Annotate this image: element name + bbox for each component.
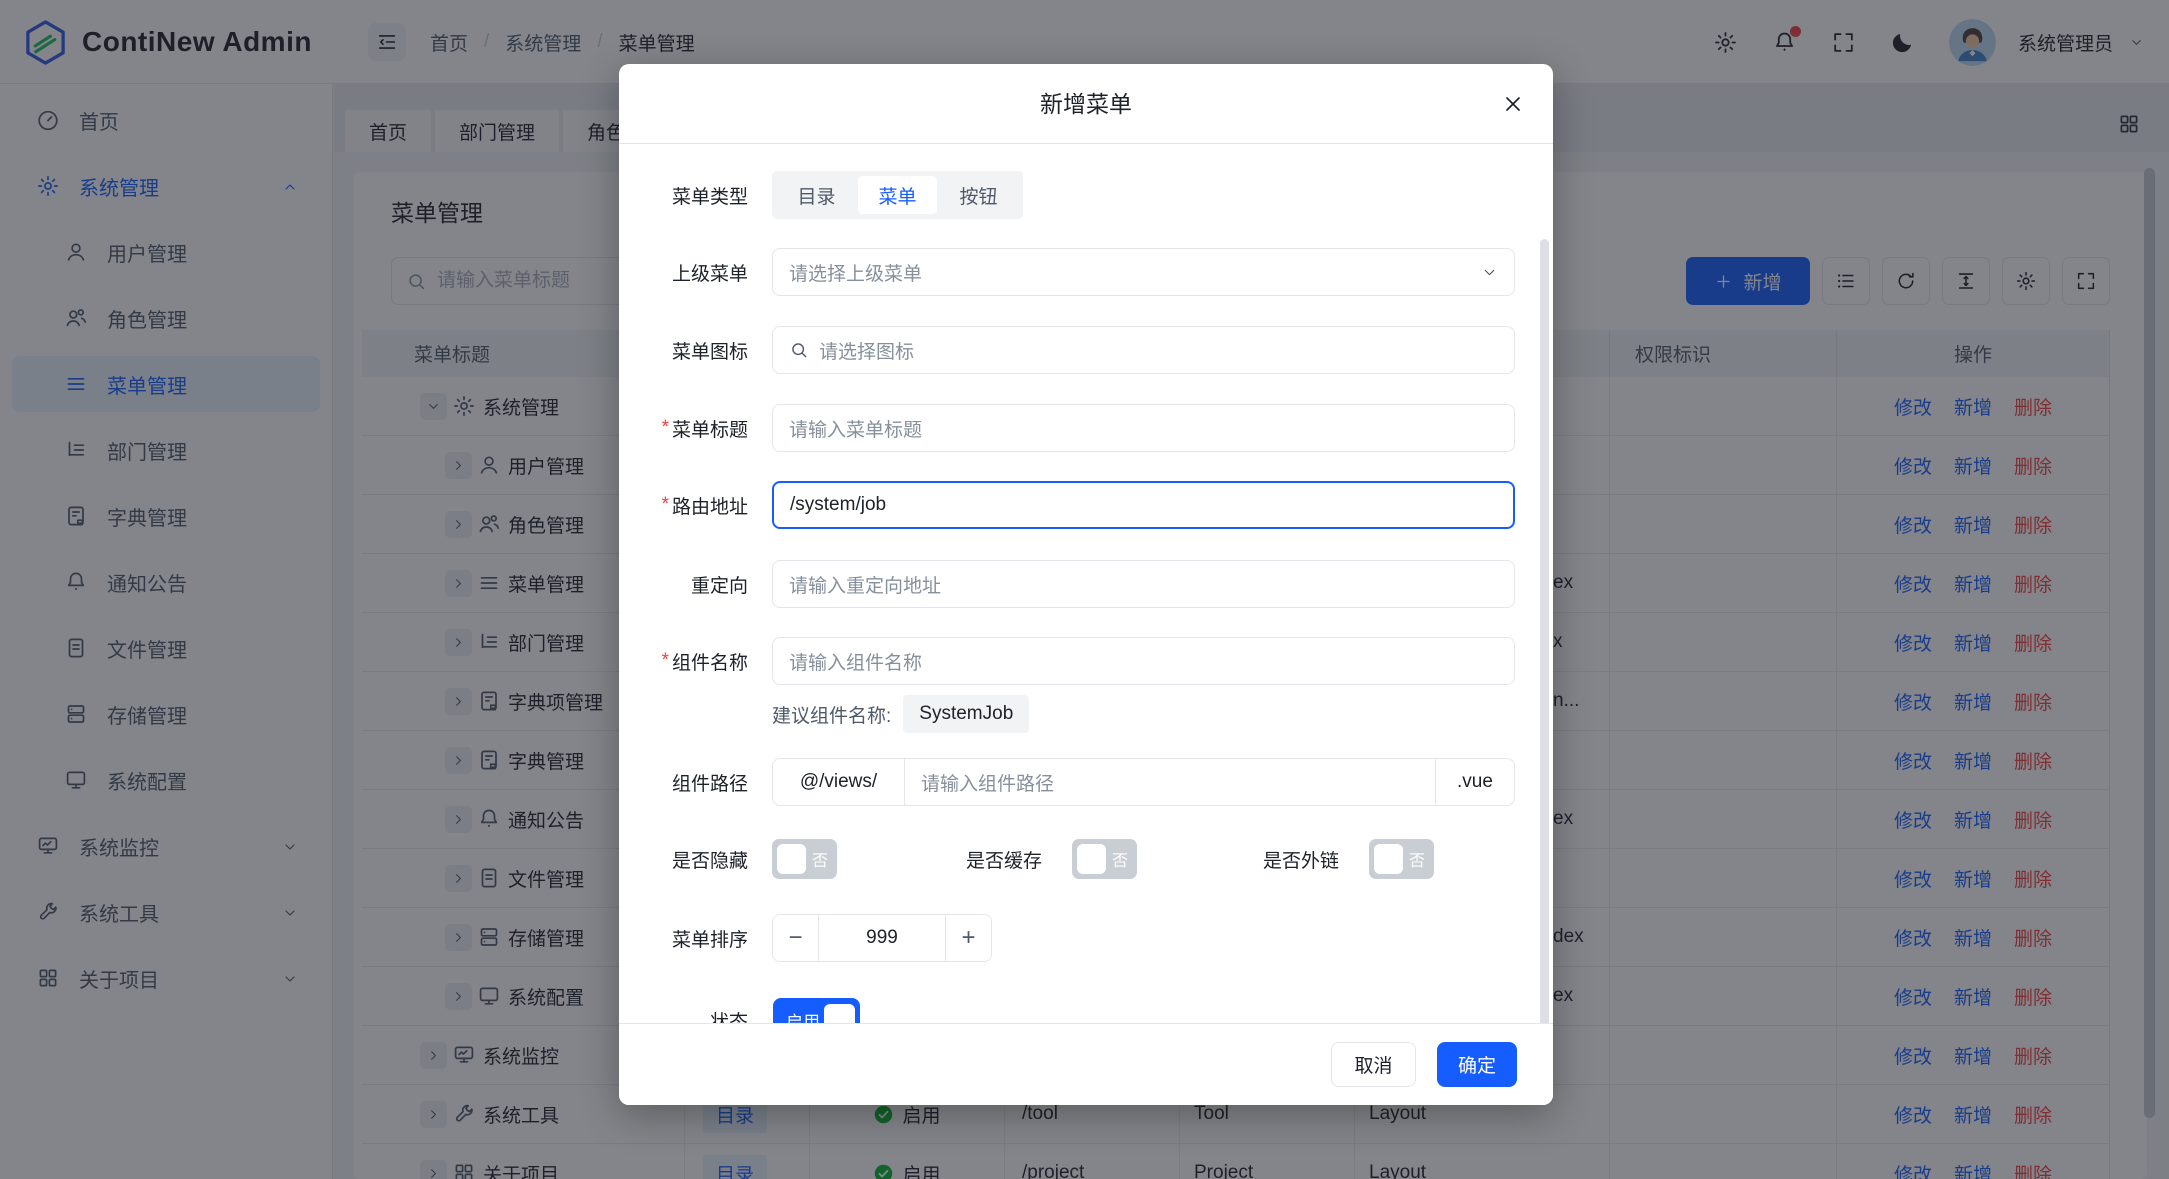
input-placeholder: 请选择图标 <box>819 337 914 364</box>
required-mark: * <box>662 417 669 439</box>
field-label: 是否外链 <box>1210 835 1339 883</box>
modal-title: 新增菜单 <box>619 64 1553 144</box>
required-mark: * <box>662 650 669 672</box>
status-switch[interactable]: 启用 <box>773 998 860 1023</box>
app-root: ContiNew Admin 首页/系统管理/菜单管理 系统管理员 首页系统管理… <box>0 0 2169 1179</box>
select-placeholder: 请选择上级菜单 <box>789 259 922 286</box>
switch-knob <box>1374 844 1403 874</box>
field-menu-sort: 菜单排序 − 999 + <box>619 914 1553 962</box>
switch-label: 否 <box>812 839 828 879</box>
modal-body: 菜单类型 目录 菜单 按钮 上级菜单 请选择上级菜单 菜单图标 请选择图标 <box>619 144 1553 1023</box>
path-suffix: .vue <box>1435 759 1514 805</box>
field-label: 上级菜单 <box>619 248 748 296</box>
field-label: 菜单类型 <box>619 171 748 219</box>
field-label: *菜单标题 <box>619 404 748 452</box>
field-label: 是否隐藏 <box>619 835 748 883</box>
suggested-component-name[interactable]: SystemJob <box>903 695 1029 733</box>
component-name-hint: 建议组件名称: SystemJob <box>772 694 1029 734</box>
stepper-plus-button[interactable]: + <box>945 915 991 961</box>
field-route-path: *路由地址 /system/job <box>619 481 1553 529</box>
modal-close-button[interactable] <box>1501 92 1525 116</box>
field-menu-title: *菜单标题 请输入菜单标题 <box>619 404 1553 452</box>
hint-label: 建议组件名称: <box>772 701 891 728</box>
required-mark: * <box>662 494 669 516</box>
menu-sort-stepper: − 999 + <box>772 914 992 962</box>
route-path-value: /system/job <box>790 494 886 516</box>
field-status: 状态 启用 <box>619 998 1553 1023</box>
field-label: 重定向 <box>619 560 748 608</box>
menu-type-option-directory[interactable]: 目录 <box>777 176 856 214</box>
confirm-button[interactable]: 确定 <box>1437 1042 1517 1087</box>
stepper-value: 999 <box>819 915 945 961</box>
modal-scrollbar[interactable] <box>1540 239 1549 1023</box>
component-name-input[interactable]: 请输入组件名称 <box>772 637 1515 685</box>
redirect-input[interactable]: 请输入重定向地址 <box>772 560 1515 608</box>
component-path-group: @/views/ 请输入组件路径 .vue <box>772 758 1515 806</box>
field-label: *路由地址 <box>619 481 748 529</box>
switch-knob <box>1077 844 1106 874</box>
hidden-switch[interactable]: 否 <box>772 839 837 879</box>
modal-header: 新增菜单 <box>619 64 1553 144</box>
field-menu-icon: 菜单图标 请选择图标 <box>619 326 1553 374</box>
stepper-minus-button[interactable]: − <box>773 915 819 961</box>
search-icon <box>789 340 809 360</box>
switch-knob <box>824 1004 855 1023</box>
input-placeholder: 请输入组件名称 <box>789 648 922 675</box>
parent-menu-select[interactable]: 请选择上级菜单 <box>772 248 1515 296</box>
field-label: *组件名称 <box>619 637 748 685</box>
switch-knob <box>777 844 806 874</box>
menu-type-segmented: 目录 菜单 按钮 <box>772 171 1023 219</box>
input-placeholder: 请输入菜单标题 <box>789 415 922 442</box>
switch-label: 否 <box>1409 839 1425 879</box>
field-label: 菜单图标 <box>619 326 748 374</box>
field-label: 状态 <box>619 998 748 1023</box>
field-label: 是否缓存 <box>913 835 1042 883</box>
input-placeholder: 请输入重定向地址 <box>789 571 941 598</box>
cancel-button[interactable]: 取消 <box>1331 1042 1416 1087</box>
field-component-path: 组件路径 @/views/ 请输入组件路径 .vue <box>619 758 1553 806</box>
menu-type-option-button[interactable]: 按钮 <box>939 176 1018 214</box>
field-parent-menu: 上级菜单 请选择上级菜单 <box>619 248 1553 296</box>
field-component-name: *组件名称 请输入组件名称 <box>619 637 1553 685</box>
add-menu-modal: 新增菜单 菜单类型 目录 菜单 按钮 上级菜单 请选择上级菜单 菜 <box>619 64 1553 1105</box>
close-icon <box>1501 92 1525 116</box>
menu-title-input[interactable]: 请输入菜单标题 <box>772 404 1515 452</box>
field-switch-row: 是否隐藏 否 是否缓存 否 是否外链 否 <box>619 835 1553 883</box>
chevron-down-icon <box>1481 264 1498 281</box>
field-menu-type: 菜单类型 目录 菜单 按钮 <box>619 171 1553 219</box>
switch-label: 启用 <box>786 998 820 1023</box>
component-path-input[interactable]: 请输入组件路径 <box>905 759 1435 805</box>
cache-switch[interactable]: 否 <box>1072 839 1137 879</box>
switch-label: 否 <box>1112 839 1128 879</box>
menu-icon-input[interactable]: 请选择图标 <box>772 326 1515 374</box>
route-path-input[interactable]: /system/job <box>772 481 1515 529</box>
path-prefix: @/views/ <box>773 759 905 805</box>
field-label: 菜单排序 <box>619 914 748 962</box>
menu-type-option-menu[interactable]: 菜单 <box>858 176 937 214</box>
field-redirect: 重定向 请输入重定向地址 <box>619 560 1553 608</box>
modal-footer: 取消 确定 <box>619 1023 1553 1105</box>
external-link-switch[interactable]: 否 <box>1369 839 1434 879</box>
field-label: 组件路径 <box>619 758 748 806</box>
